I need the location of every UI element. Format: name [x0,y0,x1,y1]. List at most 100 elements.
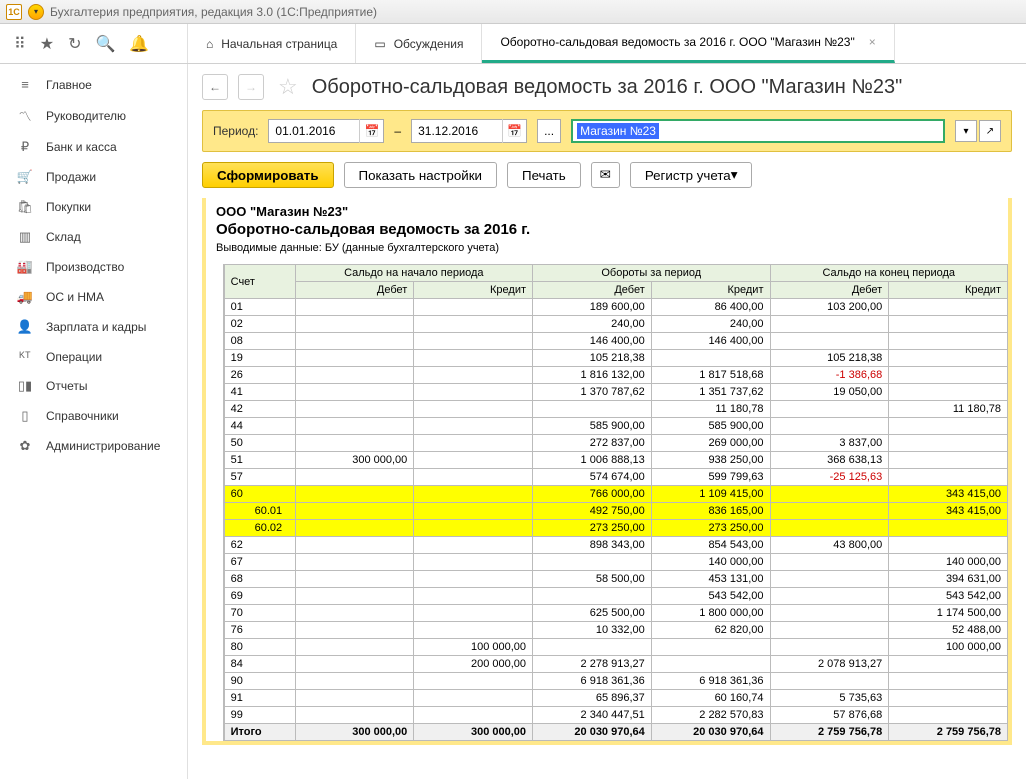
calendar-icon[interactable]: 📅 [502,119,526,143]
table-row[interactable]: 44585 900,00585 900,00 [224,418,1007,435]
table-row[interactable]: 411 370 787,621 351 737,6219 050,00 [224,384,1007,401]
date-from-field[interactable] [269,124,359,138]
table-row[interactable]: 57574 674,00599 799,63-25 125,63 [224,469,1007,486]
settings-button[interactable]: Показать настройки [344,162,497,188]
sidebar-item-label: Склад [46,230,81,244]
sidebar-item[interactable]: ▯Справочники [0,401,187,431]
date-from-input[interactable]: 📅 [268,119,384,143]
table-row[interactable]: 70625 500,001 800 000,001 174 500,00 [224,605,1007,622]
report-title: Оборотно-сальдовая ведомость за 2016 г. [216,221,998,238]
table-row[interactable]: 67140 000,00140 000,00 [224,554,1007,571]
back-button[interactable]: ← [202,74,228,100]
sidebar-icon: 🏭 [16,259,34,275]
sidebar-item-label: Банк и касса [46,140,117,154]
report-table: Счет Сальдо на начало периода Обороты за… [224,264,1008,741]
sidebar-item[interactable]: 🚚ОС и НМА [0,282,187,312]
table-row[interactable]: 84200 000,002 278 913,272 078 913,27 [224,656,1007,673]
bell-icon[interactable]: 🔔 [129,34,149,54]
th-close: Сальдо на конец периода [770,265,1008,282]
report: ООО "Магазин №23" Оборотно-сальдовая вед… [202,198,1012,745]
sidebar-item[interactable]: 🏭 Производство [0,252,187,282]
report-org: ООО "Магазин №23" [216,204,998,219]
period-picker-button[interactable]: ... [537,119,561,143]
table-row[interactable]: 9165 896,3760 160,745 735,63 [224,690,1007,707]
home-icon: ⌂ [206,37,213,51]
content: ← → ☆ Оборотно-сальдовая ведомость за 20… [188,64,1026,779]
sidebar-item-label: Покупки [46,200,91,214]
favorite-icon[interactable]: ☆ [278,74,298,100]
sidebar-icon: 👤 [16,319,34,335]
table-row[interactable]: 01189 600,0086 400,00103 200,00 [224,299,1007,316]
th-credit: Кредит [414,282,533,299]
tab-home[interactable]: ⌂ Начальная страница [188,24,356,63]
table-row[interactable]: 80100 000,00100 000,00 [224,639,1007,656]
table-row[interactable]: 02240,00240,00 [224,316,1007,333]
sidebar-item[interactable]: 〽Руководителю [0,99,187,132]
th-credit: Кредит [889,282,1008,299]
sidebar-icon: 〽 [16,106,34,125]
table-row[interactable]: 60766 000,001 109 415,00343 415,00 [224,486,1007,503]
sidebar-item-label: Производство [46,260,124,274]
email-button[interactable]: ✉ [591,162,620,188]
table-row[interactable]: 261 816 132,001 817 518,68-1 386,68 [224,367,1007,384]
period-label: Период: [213,124,258,138]
th-debit: Дебет [533,282,652,299]
sidebar-item[interactable]: 🛍 Покупки [0,192,187,222]
table-row[interactable]: 7610 332,0062 820,0052 488,00 [224,622,1007,639]
sidebar-icon: ▥ [16,229,34,245]
table-row[interactable]: 50272 837,00269 000,003 837,00 [224,435,1007,452]
th-debit: Дебет [295,282,414,299]
register-button[interactable]: Регистр учета ▾ [630,162,753,188]
sidebar-item[interactable]: ▯▮Отчеты [0,371,187,401]
calendar-icon[interactable]: 📅 [359,119,383,143]
close-icon[interactable]: × [869,35,876,49]
forward-button[interactable]: → [238,74,264,100]
tab-label: Начальная страница [221,37,337,51]
org-dropdown-button[interactable]: ▾ [955,120,977,142]
sidebar-item[interactable]: ᴷᵀОперации [0,342,187,371]
sidebar-icon: 🛍 [16,199,34,215]
table-row[interactable]: 4211 180,7811 180,78 [224,401,1007,418]
date-to-field[interactable] [412,124,502,138]
chat-icon: ▭ [374,37,385,51]
sidebar-item[interactable]: ₽ Банк и касса [0,132,187,162]
table-row[interactable]: 19105 218,38105 218,38 [224,350,1007,367]
sidebar-item-label: Администрирование [46,439,160,453]
org-input[interactable]: Магазин №23 [571,119,945,143]
sidebar-item[interactable]: ✿Администрирование [0,431,187,461]
sidebar-icon: ▯ [16,408,34,424]
titlebar-dropdown[interactable] [28,4,44,20]
table-row[interactable]: 62898 343,00854 543,0043 800,00 [224,537,1007,554]
print-button[interactable]: Печать [507,162,581,188]
sidebar-icon: ₽ [16,139,34,155]
date-to-input[interactable]: 📅 [411,119,527,143]
table-row[interactable]: 60.01492 750,00836 165,00343 415,00 [224,503,1007,520]
org-open-button[interactable]: ↗ [979,120,1001,142]
tab-report[interactable]: Оборотно-сальдовая ведомость за 2016 г. … [482,24,894,63]
search-icon[interactable]: 🔍 [95,34,115,54]
sidebar-item[interactable]: ≡Главное [0,70,187,99]
table-row[interactable]: 992 340 447,512 282 570,8357 876,68 [224,707,1007,724]
table-row[interactable]: 69543 542,00543 542,00 [224,588,1007,605]
sidebar-item-label: Зарплата и кадры [46,320,146,334]
th-account: Счет [224,265,295,299]
history-icon[interactable]: ↻ [68,34,81,54]
table-row[interactable]: 6858 500,00453 131,00394 631,00 [224,571,1007,588]
form-button[interactable]: Сформировать [202,162,334,188]
tab-discussions[interactable]: ▭ Обсуждения [356,24,482,63]
table-row[interactable]: 60.02273 250,00273 250,00 [224,520,1007,537]
sidebar: ≡Главное〽Руководителю ₽ Банк и касса 🛒Прода… [0,64,188,779]
sidebar-item-label: Операции [46,350,102,364]
page-title: Оборотно-сальдовая ведомость за 2016 г. … [312,76,902,99]
sidebar-item[interactable]: 🛒Продажи [0,162,187,192]
table-row[interactable]: 906 918 361,366 918 361,36 [224,673,1007,690]
sidebar-item[interactable]: ▥ Склад [0,222,187,252]
table-row[interactable]: 08146 400,00146 400,00 [224,333,1007,350]
sidebar-item[interactable]: 👤 Зарплата и кадры [0,312,187,342]
app-title: Бухгалтерия предприятия, редакция 3.0 (1… [50,5,377,19]
apps-icon[interactable]: ⠿ [14,34,26,54]
star-icon[interactable]: ★ [40,34,54,54]
org-selected: Магазин №23 [577,123,659,139]
tab-label: Оборотно-сальдовая ведомость за 2016 г. … [500,35,854,49]
table-row[interactable]: 51300 000,001 006 888,13938 250,00368 63… [224,452,1007,469]
